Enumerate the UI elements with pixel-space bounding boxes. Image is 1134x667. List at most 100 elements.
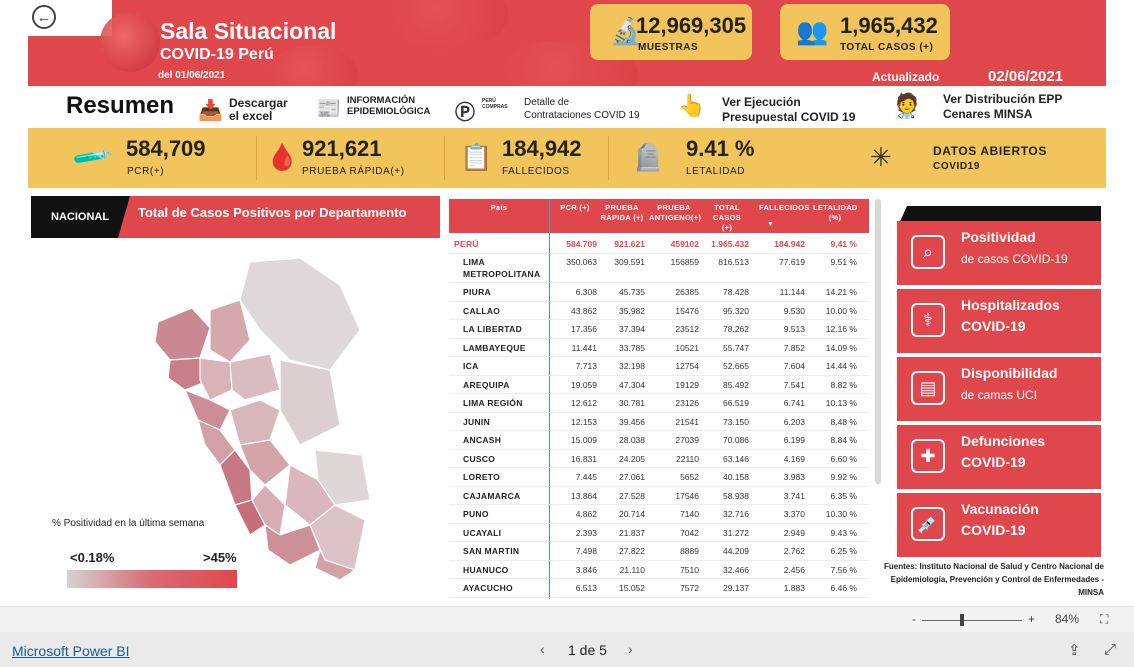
- detalle-contrataciones-link[interactable]: Detalle de Contrataciones COVID 19: [524, 96, 640, 122]
- table-row[interactable]: CALLAO 43.862 35.982 15476 95.320 9.530 10.00 …: [449, 302, 869, 320]
- col-header-total-casos[interactable]: TOTAL CASOS (+): [707, 203, 747, 233]
- fit-to-page-icon[interactable]: ⛶: [1100, 612, 1108, 627]
- table-row[interactable]: JUNIN 12.153 39.456 21541 73.150 6.203 8.48 %: [449, 413, 869, 431]
- departments-table[interactable]: País PCR (+) PRUEBA RÁPIDA (+) PRUEBA AN…: [449, 199, 869, 599]
- zoom-out-button[interactable]: -: [912, 612, 916, 626]
- excel-download-icon[interactable]: 📥: [198, 98, 223, 123]
- cell-value: 9,41 %: [830, 239, 857, 249]
- kpi-divider: [256, 136, 257, 180]
- cell-value: 15.052: [619, 583, 645, 593]
- table-row[interactable]: CUSCO 16.831 24.205 22110 63.146 4.169 6.60 %: [449, 450, 869, 468]
- col-header-antigeno[interactable]: PRUEBA ANTIGENO(+): [649, 203, 701, 223]
- info-epi-line1: INFORMACIÓN: [347, 95, 416, 106]
- distribucion-epp-link[interactable]: Ver Distribución EPP Cenares MINSA: [943, 92, 1062, 122]
- cell-value: 11.144: [779, 287, 805, 297]
- table-row[interactable]: LA LIBERTAD 17.356 37.394 23512 78.262 9.513 1…: [449, 320, 869, 339]
- zoom-slider-thumb[interactable]: [960, 614, 964, 626]
- table-scrollbar[interactable]: [875, 199, 881, 484]
- cell-departamento: PUNO: [463, 509, 489, 519]
- table-row[interactable]: LAMBAYEQUE 11.441 33.785 10521 55.747 7.852 14…: [449, 339, 869, 357]
- col-header-prueba-rapida[interactable]: PRUEBA RÁPIDA (+): [599, 203, 645, 223]
- cell-value: 32.466: [723, 564, 749, 575]
- power-bi-link[interactable]: Microsoft Power BI: [12, 643, 129, 659]
- table-row[interactable]: ANCASH 15.009 28.038 27039 70.086 6.199 8.84 %: [449, 431, 869, 450]
- datos-abiertos-label[interactable]: DATOS ABIERTOS: [933, 144, 1047, 158]
- sort-desc-icon[interactable]: ▼: [767, 221, 774, 228]
- stethoscope-icon: ⚕: [911, 303, 945, 337]
- clipboard-icon: 📋: [460, 142, 493, 172]
- network-icon[interactable]: ✳: [870, 142, 892, 173]
- zoom-slider[interactable]: [922, 620, 1022, 621]
- cell-value: 15476: [675, 305, 699, 316]
- cell-value: 73.150: [723, 416, 749, 427]
- zoom-in-button[interactable]: +: [1028, 612, 1035, 626]
- cell-value: 10521: [675, 342, 699, 353]
- epidemiology-report-icon[interactable]: 📰: [316, 96, 341, 121]
- peru-choropleth-map[interactable]: [140, 250, 380, 590]
- fullscreen-icon[interactable]: ⤢: [1104, 641, 1116, 658]
- legend-max-label: >45%: [203, 550, 237, 565]
- syringe-icon: 💉: [911, 507, 945, 541]
- table-row[interactable]: LIMA REGIÓN 12.612 30.781 23126 66.519 6.741 1…: [449, 394, 869, 413]
- table-row[interactable]: HUANUCO 3.846 21.110 7510 32.466 2.456 7.56 %: [449, 561, 869, 579]
- cell-value: 29.137: [723, 583, 749, 593]
- cell-value: 7.498: [575, 546, 597, 556]
- cell-value: 14.09 %: [825, 342, 857, 353]
- cell-value: 27039: [675, 435, 699, 445]
- table-row[interactable]: AYACUCHO 6.513 15.052 7572 29.137 1.883 6.46 %: [449, 579, 869, 598]
- defunciones-button[interactable]: ✚ Defunciones COVID-19: [897, 425, 1101, 489]
- table-header: País PCR (+) PRUEBA RÁPIDA (+) PRUEBA AN…: [449, 199, 869, 233]
- cell-value: 6.35 %: [830, 490, 857, 501]
- peru-compras-text: PERÚ COMPRAS: [482, 98, 508, 110]
- hand-click-icon[interactable]: 👆: [678, 93, 705, 119]
- col-header-pcr[interactable]: PCR (+): [553, 203, 597, 213]
- table-row[interactable]: SAN MARTIN 7.498 27.822 8889 44.209 2.762 6.25…: [449, 542, 869, 561]
- cell-value: 14.21 %: [825, 287, 857, 297]
- cell-value: 10.00 %: [825, 305, 857, 316]
- positividad-sub: de casos COVID-19: [961, 252, 1068, 266]
- table-row[interactable]: ICA 7.713 32.198 12754 52.665 7.604 14.44 %: [449, 357, 869, 376]
- table-row[interactable]: CAJAMARCA 13.864 27.528 17546 58.938 3.741 6.3…: [449, 487, 869, 505]
- next-page-icon[interactable]: ›: [628, 641, 633, 657]
- table-row[interactable]: LORETO 7.445 27.061 5652 40.158 3.983 9.92 %: [449, 468, 869, 487]
- table-row[interactable]: AREQUIPA 19.059 47.304 19129 85.492 7.541 8.82…: [449, 376, 869, 394]
- cell-value: 32.198: [619, 361, 645, 371]
- epp-distribution-icon[interactable]: 🧑‍⚕️: [892, 92, 922, 121]
- kpi-prueba-rapida-value: 921,621: [302, 136, 382, 161]
- share-icon[interactable]: ⇪: [1068, 641, 1081, 659]
- positividad-title: Positividad: [961, 229, 1036, 245]
- vacunacion-button[interactable]: 💉 Vacunación COVID-19: [897, 493, 1101, 557]
- ejecucion-presupuestal-link[interactable]: Ver Ejecución Presupuestal COVID 19: [722, 95, 855, 125]
- cell-value: 2.762: [783, 546, 805, 556]
- cell-value: 58.938: [723, 490, 749, 501]
- cell-value: 27.061: [619, 472, 645, 482]
- resumen-heading: Resumen: [66, 92, 175, 119]
- cell-value: 15.009: [571, 435, 597, 445]
- cell-value: 2.393: [575, 527, 597, 538]
- col-header-letalidad[interactable]: LETALIDAD (%): [813, 203, 857, 223]
- cell-value: 32.716: [723, 509, 749, 519]
- cell-value: 2.949: [783, 527, 805, 538]
- col-header-fallecidos[interactable]: FALLECIDOS: [759, 203, 809, 213]
- cell-departamento: JUNIN: [463, 416, 491, 427]
- prev-page-icon[interactable]: ‹: [540, 641, 545, 657]
- back-button[interactable]: ←: [32, 5, 56, 29]
- table-row-total[interactable]: PERÚ 584.709 921.621 459102 1.965.432 184.942…: [449, 235, 869, 254]
- positividad-button[interactable]: ⌕ Positividad de casos COVID-19: [897, 221, 1101, 285]
- table-row[interactable]: LIMA METROPOLITANA 350.063 309.591 156859 81…: [449, 253, 869, 283]
- table-row[interactable]: UCAYALI 2.393 21.837 7042 31.272 2.949 9.43 %: [449, 524, 869, 542]
- kpi-muestras: 🔬 12,969,305 MUESTRAS: [590, 4, 752, 60]
- info-epidemiologica-link[interactable]: INFORMACIÓN EPIDEMIOLÓGICA: [347, 95, 430, 117]
- peru-compras-logo[interactable]: Ⓟ: [455, 96, 475, 125]
- test-swab-icon: 🧪: [70, 135, 115, 179]
- tab-nacional[interactable]: NACIONAL: [31, 196, 131, 238]
- disponibilidad-button[interactable]: ▤ Disponibilidad de camas UCI: [897, 357, 1101, 421]
- col-header-pais[interactable]: País: [449, 203, 549, 213]
- datos-abiertos-sub[interactable]: COVID19: [933, 161, 980, 172]
- table-row[interactable]: PUNO 4.862 20.714 7140 32.716 3.370 10.30 %: [449, 505, 869, 524]
- cell-value: 37.394: [619, 324, 645, 334]
- table-row[interactable]: PIURA 6.308 45.735 26385 78.428 11.144 14.21 %: [449, 283, 869, 302]
- download-excel-link[interactable]: Descargar el excel: [229, 97, 288, 123]
- hospitalizados-button[interactable]: ⚕ Hospitalizados COVID-19: [897, 289, 1101, 353]
- defunciones-sub: COVID-19: [961, 454, 1026, 470]
